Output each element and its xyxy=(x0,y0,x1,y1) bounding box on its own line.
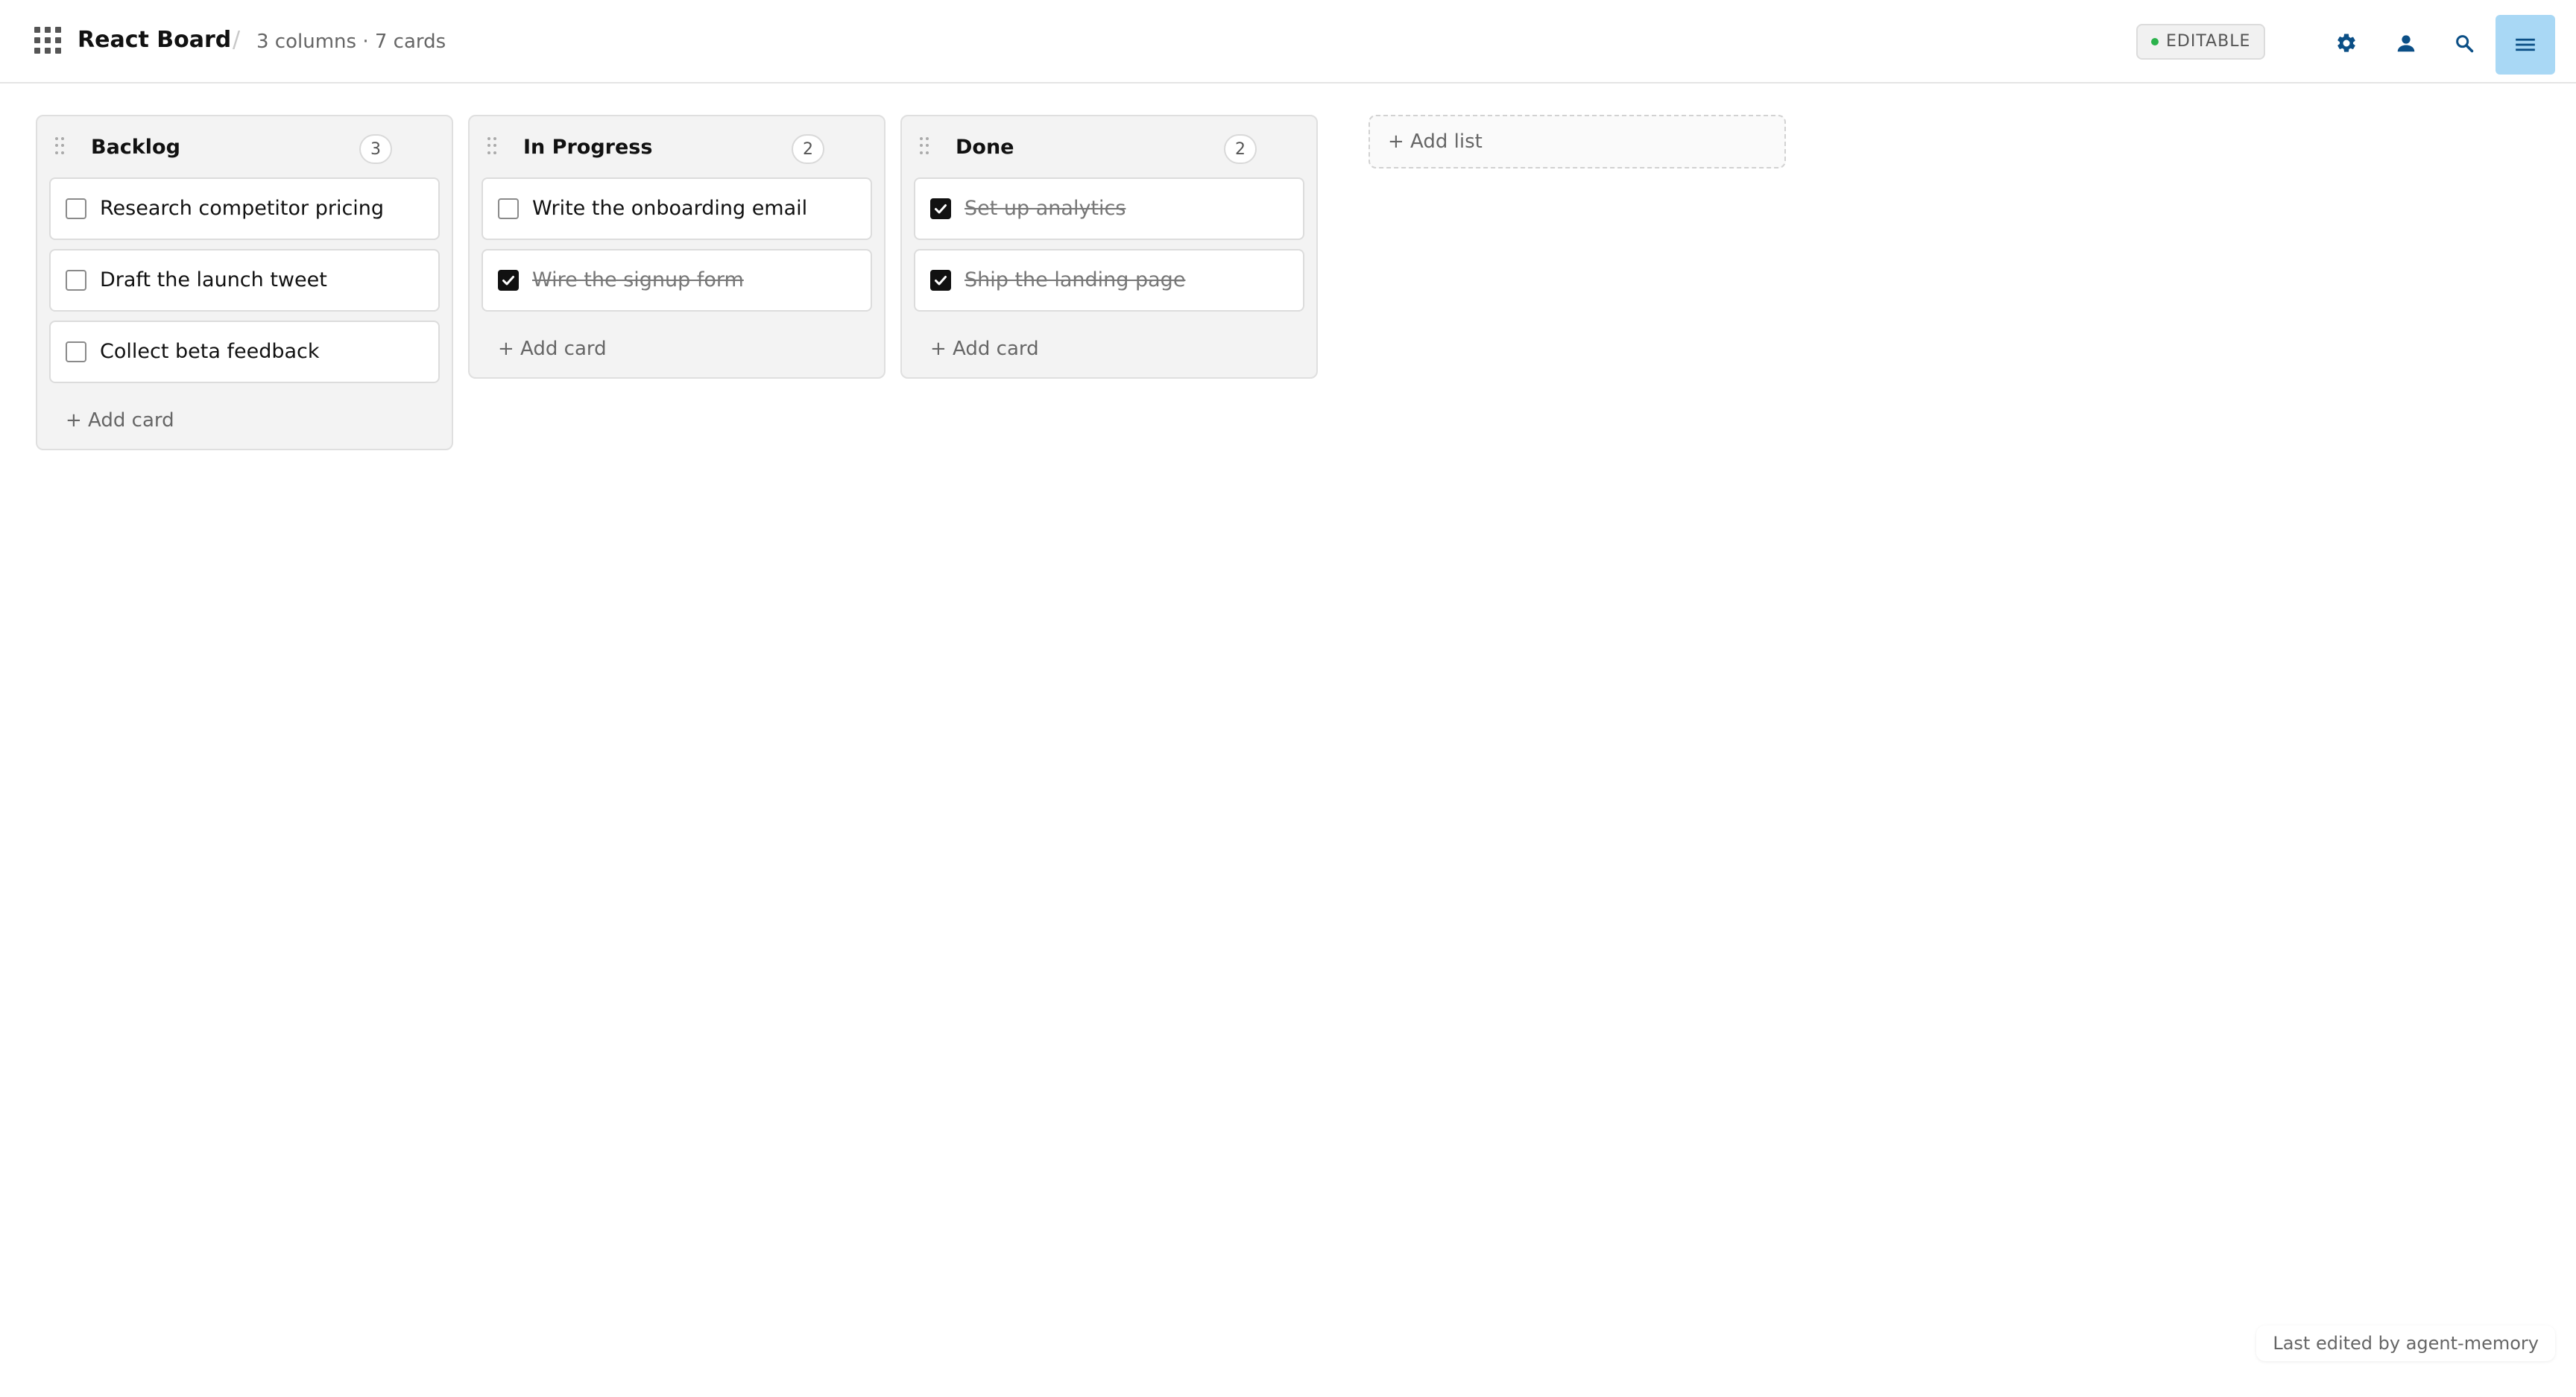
column-header: In Progress 2 xyxy=(470,116,884,177)
drag-handle-icon[interactable] xyxy=(55,137,67,155)
add-card-button[interactable]: + Add card xyxy=(37,392,452,449)
menu-button[interactable] xyxy=(2496,15,2555,75)
search-icon xyxy=(2456,35,2474,53)
card-count-badge: 2 xyxy=(792,134,824,164)
card-text[interactable]: Set up analytics xyxy=(965,194,1126,224)
card-checkbox[interactable] xyxy=(66,198,86,219)
column-title[interactable]: In Progress xyxy=(523,133,652,163)
card-count-badge: 3 xyxy=(359,134,392,164)
card-checkbox[interactable] xyxy=(498,198,519,219)
column-in-progress: In Progress 2 Write the onboarding email… xyxy=(468,115,886,379)
drag-handle-icon[interactable] xyxy=(920,137,932,155)
status-badge: EDITABLE xyxy=(2136,24,2266,60)
checkmark-icon xyxy=(935,276,947,286)
checkmark-icon xyxy=(502,276,514,286)
account-button[interactable] xyxy=(2385,22,2427,64)
card-text[interactable]: Collect beta feedback xyxy=(100,337,320,367)
card[interactable]: Draft the launch tweet xyxy=(49,249,440,312)
settings-button[interactable] xyxy=(2326,22,2367,64)
board-summary: 3 columns · 7 cards xyxy=(256,31,446,53)
column-header: Backlog 3 xyxy=(37,116,452,177)
add-card-button[interactable]: + Add card xyxy=(470,321,884,377)
status-dot-icon xyxy=(2151,38,2159,45)
card-text[interactable]: Ship the landing page xyxy=(965,265,1185,295)
column-title[interactable]: Done xyxy=(956,133,1014,163)
column-done: Done 2 Set up analytics Ship the landing… xyxy=(900,115,1318,379)
status-label: EDITABLE xyxy=(2166,32,2251,51)
card-checkbox[interactable] xyxy=(66,341,86,362)
checkmark-icon xyxy=(935,204,947,214)
card-text[interactable]: Draft the launch tweet xyxy=(100,265,327,295)
card[interactable]: Set up analytics xyxy=(914,177,1304,240)
column-header: Done 2 xyxy=(902,116,1316,177)
card-checkbox[interactable] xyxy=(930,270,951,291)
card-checkbox[interactable] xyxy=(66,270,86,291)
card[interactable]: Wire the signup form xyxy=(482,249,872,312)
top-bar: React Board / 3 columns · 7 cards EDITAB… xyxy=(0,0,2576,83)
card-text[interactable]: Research competitor pricing xyxy=(100,194,384,224)
card-text[interactable]: Wire the signup form xyxy=(532,265,744,295)
gear-icon xyxy=(2337,34,2355,52)
card[interactable]: Collect beta feedback xyxy=(49,321,440,383)
card-text[interactable]: Write the onboarding email xyxy=(532,194,807,224)
column-title[interactable]: Backlog xyxy=(91,133,180,163)
card-checkbox[interactable] xyxy=(930,198,951,219)
add-card-button[interactable]: + Add card xyxy=(902,321,1316,377)
breadcrumb-separator: / xyxy=(233,27,241,53)
card[interactable]: Research competitor pricing xyxy=(49,177,440,240)
drag-handle-icon[interactable] xyxy=(487,137,499,155)
card[interactable]: Write the onboarding email xyxy=(482,177,872,240)
card-count-badge: 2 xyxy=(1224,134,1257,164)
search-button[interactable] xyxy=(2443,22,2485,64)
last-edited-note: Last edited by agent-memory xyxy=(2256,1325,2555,1361)
column-backlog: Backlog 3 Research competitor pricing Dr… xyxy=(36,115,453,450)
menu-icon xyxy=(2516,38,2535,51)
user-icon xyxy=(2397,35,2415,52)
apps-grid-icon[interactable] xyxy=(34,27,61,54)
board-title: React Board xyxy=(78,27,232,53)
add-list-button[interactable]: + Add list xyxy=(1368,115,1786,168)
card-checkbox[interactable] xyxy=(498,270,519,291)
card[interactable]: Ship the landing page xyxy=(914,249,1304,312)
